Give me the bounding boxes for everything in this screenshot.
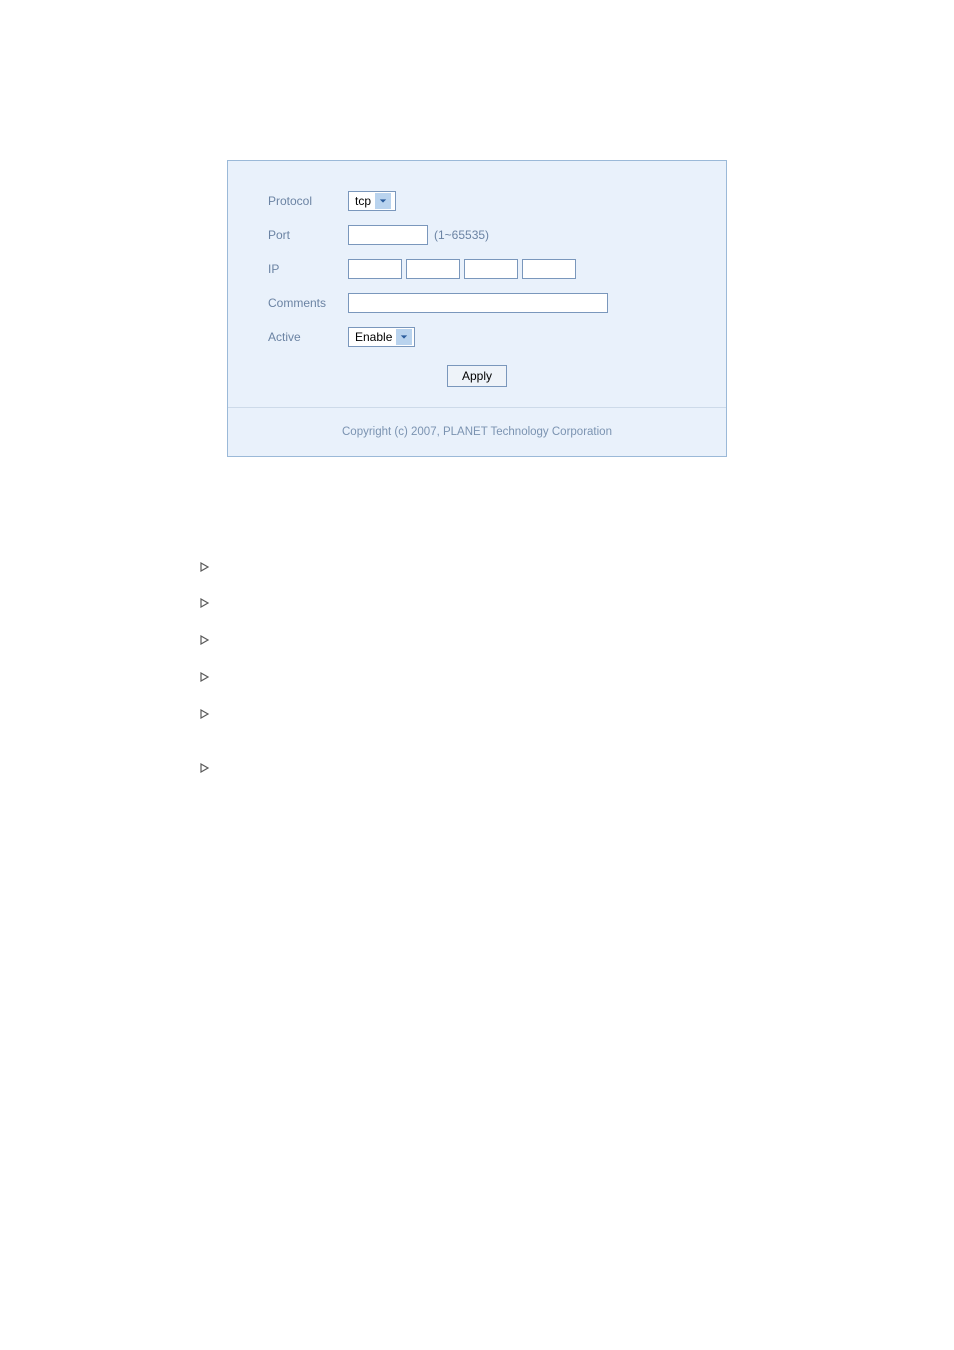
ip-octet-2[interactable] (406, 259, 460, 279)
port-input[interactable] (348, 225, 428, 245)
bullet-list: Protocol:Select the protocol type: TCP o… (200, 557, 894, 779)
form-area: Protocol tcp Port (1~65535) IP (228, 161, 726, 407)
bullet-text: Port:Enter the port number that wants to… (224, 593, 625, 612)
label-port: Port (268, 228, 348, 242)
list-item: Active:Select Enable to active this rule… (200, 704, 894, 742)
row-ip: IP (268, 257, 686, 281)
list-item: Apply:Click this button to add a rule of… (200, 758, 894, 779)
protocol-select[interactable]: tcp (348, 191, 396, 211)
bullet-icon (200, 595, 214, 614)
apply-button[interactable]: Apply (447, 365, 507, 387)
ip-octet-1[interactable] (348, 259, 402, 279)
bullet-text: Apply:Click this button to add a rule of… (224, 758, 486, 777)
bullet-text: Active:Select Enable to active this rule… (224, 704, 894, 742)
row-port: Port (1~65535) (268, 223, 686, 247)
row-protocol: Protocol tcp (268, 189, 686, 213)
bullet-icon (200, 706, 214, 725)
ip-octet-4[interactable] (522, 259, 576, 279)
list-item: Protocol:Select the protocol type: TCP o… (200, 557, 894, 578)
row-active: Active Enable (268, 325, 686, 349)
label-ip: IP (268, 262, 348, 276)
list-item: IP:Enter the IP address that wants to be… (200, 630, 894, 651)
chevron-down-icon (396, 329, 412, 345)
bullet-text: Comments:Enter the comments. (224, 667, 419, 686)
comments-input[interactable] (348, 293, 608, 313)
copyright-text: Copyright (c) 2007, PLANET Technology Co… (228, 407, 726, 456)
bullet-text: IP:Enter the IP address that wants to be… (224, 630, 515, 649)
chevron-down-icon (375, 193, 391, 209)
protocol-value: tcp (355, 194, 371, 208)
description-text: You can add a new DMZ rule by click "Add… (60, 519, 894, 539)
row-comments: Comments (268, 291, 686, 315)
list-item: Port:Enter the port number that wants to… (200, 593, 894, 614)
label-active: Active (268, 330, 348, 344)
list-item: Comments:Enter the comments. (200, 667, 894, 688)
active-select[interactable]: Enable (348, 327, 415, 347)
label-protocol: Protocol (268, 194, 348, 208)
config-panel: Protocol tcp Port (1~65535) IP (227, 160, 727, 457)
ip-input-group (348, 259, 576, 279)
label-comments: Comments (268, 296, 348, 310)
figure-caption: Figure 45. Firewall – Add DMZ settings (60, 475, 894, 489)
active-value: Enable (355, 330, 392, 344)
bullet-icon (200, 559, 214, 578)
bullet-icon (200, 760, 214, 779)
panel-outer: Protocol tcp Port (1~65535) IP (227, 160, 727, 457)
bullet-icon (200, 669, 214, 688)
apply-row: Apply (268, 359, 686, 399)
bullet-text: Protocol:Select the protocol type: TCP o… (224, 557, 502, 576)
port-hint: (1~65535) (434, 228, 489, 242)
bullet-icon (200, 632, 214, 651)
ip-octet-3[interactable] (464, 259, 518, 279)
